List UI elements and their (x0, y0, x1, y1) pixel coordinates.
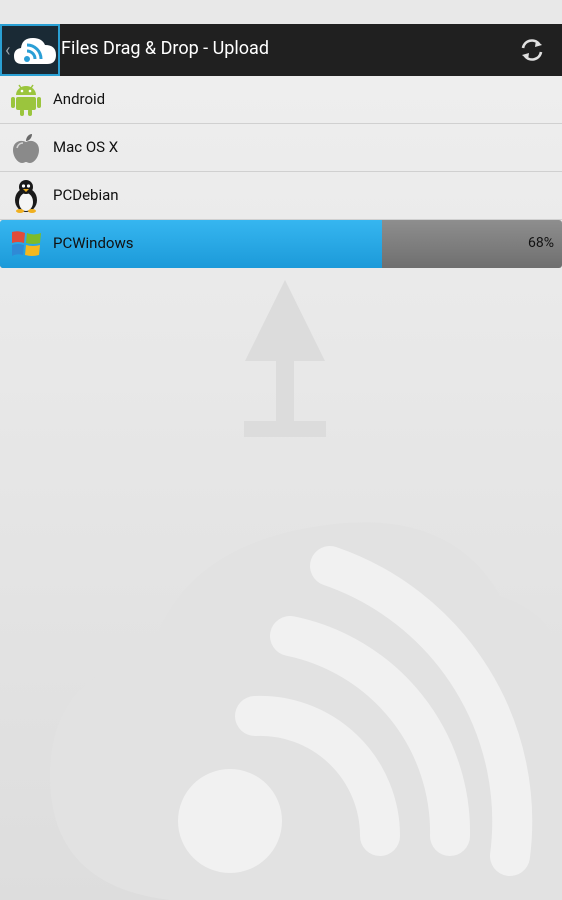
home-up-button[interactable]: ‹ (0, 24, 60, 76)
device-row-pcwindows[interactable]: PCWindows 68% (0, 220, 562, 268)
status-bar (0, 0, 562, 24)
page-title: Files Drag & Drop - Upload (61, 38, 269, 59)
chevron-left-icon: ‹ (5, 40, 11, 61)
app-logo-icon (14, 38, 56, 64)
apple-icon (13, 134, 39, 163)
linux-penguin-icon (15, 180, 37, 213)
device-label: PCDebian (53, 186, 119, 204)
device-label: PCWindows (53, 234, 134, 252)
action-bar: ‹ Files Drag & Drop - Upload (0, 24, 562, 76)
windows-icon (12, 231, 41, 256)
upload-progress-label: 68% (528, 235, 554, 251)
device-label: Android (53, 90, 106, 108)
device-list: Android Mac OS X PCDebian PCWindows 68% (0, 76, 562, 268)
device-row-pcdebian[interactable]: PCDebian (0, 172, 562, 220)
device-row-macosx[interactable]: Mac OS X (0, 124, 562, 172)
content-area: Android Mac OS X PCDebian PCWindows 68% (0, 76, 562, 900)
refresh-icon[interactable] (518, 36, 546, 64)
device-row-android[interactable]: Android (0, 76, 562, 124)
device-label: Mac OS X (53, 138, 119, 156)
android-icon (11, 84, 41, 116)
